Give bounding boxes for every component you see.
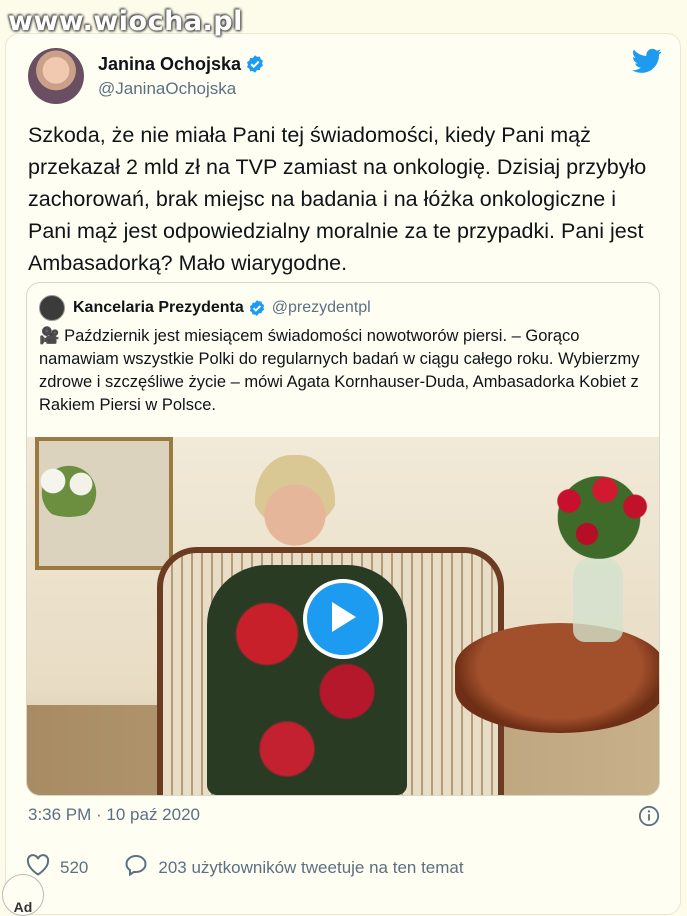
info-icon[interactable] [638,805,660,832]
author-handle[interactable]: @JaninaOchojska [98,79,265,99]
like-stat[interactable]: 520 [26,854,88,881]
conversation-stat[interactable]: 203 użytkowników tweetuje na ten temat [124,854,464,881]
quoted-tweet[interactable]: Kancelaria Prezydenta @prezydentpl 🎥 Paź… [26,282,660,796]
thumbnail-roses [539,457,659,567]
twitter-bird-icon[interactable] [632,48,662,79]
thumbnail-round-table [455,623,659,733]
avatar[interactable] [28,48,84,104]
thumbnail-side-table [27,527,122,737]
video-thumbnail[interactable] [27,437,659,795]
corner-badge: Ad [2,874,44,916]
corner-badge-label: Ad [13,899,33,915]
thumbnail-flowers-left [29,457,109,517]
thumbnail-vase [573,557,623,642]
thumbnail-person-head [255,455,335,555]
quoted-avatar[interactable] [39,295,65,321]
tweet-stats: 520 203 użytkowników tweetuje na ten tem… [26,854,464,881]
like-count: 520 [60,857,89,877]
watermark: www.wiocha.pl [8,6,243,37]
author-name[interactable]: Janina Ochojska [98,54,241,75]
quoted-text: 🎥 Październik jest miesiącem świadomości… [39,327,640,414]
quoted-author-handle[interactable]: @prezydentpl [272,299,371,317]
verified-badge-icon [248,299,266,317]
conversation-label: 203 użytkowników tweetuje na ten temat [158,857,464,877]
quoted-author-name[interactable]: Kancelaria Prezydenta [73,299,244,317]
comment-icon[interactable] [124,854,148,881]
tweet-text: Szkoda, że nie miała Pani tej świadomośc… [28,123,647,275]
play-button[interactable] [303,579,383,659]
tweet-author[interactable]: Janina Ochojska @JaninaOchojska [28,48,265,104]
play-icon [328,600,358,639]
tweet-timestamp[interactable]: 3:36 PM · 10 paź 2020 [28,805,200,825]
verified-badge-icon [245,54,265,74]
tweet-card: Janina Ochojska @JaninaOchojska Szkoda, … [2,33,681,916]
